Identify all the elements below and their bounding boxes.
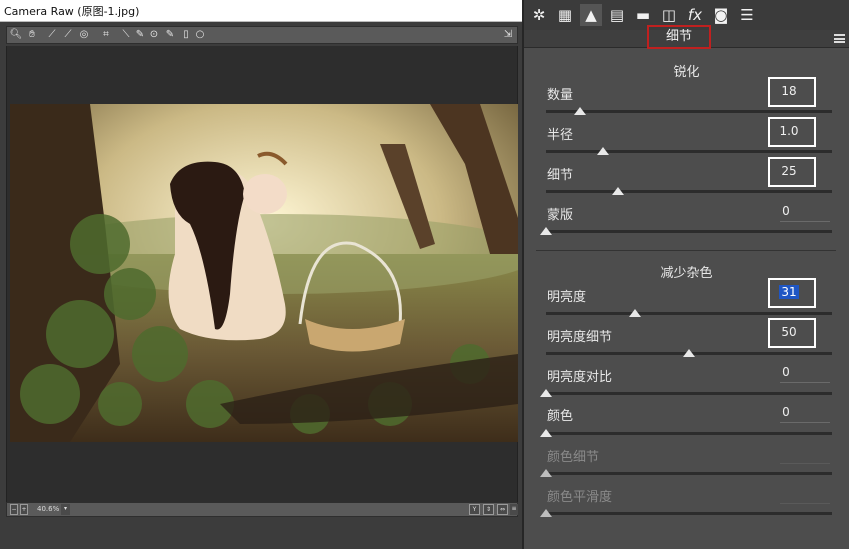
value-underline (780, 422, 830, 423)
color-smoothness-slider-track (546, 512, 832, 515)
zoom-level[interactable]: 40.6% (37, 505, 59, 513)
color-sampler-icon[interactable]: ⟋ (61, 28, 75, 42)
camera-calibration-icon[interactable]: ◙ (710, 4, 732, 26)
color-slider-thumb[interactable] (540, 429, 552, 437)
highlight-box (768, 117, 816, 147)
white-balance-icon[interactable]: ⟋ (45, 28, 59, 42)
adjustment-brush-icon[interactable]: ✎ (163, 28, 177, 42)
copy-settings-icon[interactable]: ⇔ (497, 504, 508, 515)
split-toning-icon[interactable]: ▬ (632, 4, 654, 26)
preview-image (10, 104, 518, 442)
value-underline (780, 463, 830, 464)
panel-title: 细节 (647, 25, 711, 49)
window-title: Camera Raw (原图-1.jpg) (4, 5, 140, 18)
radius-slider-track[interactable] (546, 150, 832, 153)
detail-icon[interactable]: ▲ (580, 4, 602, 26)
color-detail-slider-track (546, 472, 832, 475)
value-underline (780, 382, 830, 383)
luminance-contrast-slider-thumb[interactable] (540, 389, 552, 397)
panel-menu-icon[interactable] (834, 34, 845, 43)
presets-icon[interactable]: ☰ (736, 4, 758, 26)
fullscreen-icon[interactable]: ⇲ (501, 28, 515, 42)
masking-value[interactable]: 0 (761, 204, 811, 218)
luminance-detail-slider-thumb[interactable] (683, 349, 695, 357)
fx-icon[interactable]: fx (684, 4, 706, 26)
zoom-dropdown-icon[interactable]: ▾ (61, 504, 70, 515)
adjustment-panel: ✲ ▦ ▲ ▤ ▬ ◫ fx ◙ ☰ 细节 锐化 数量 18 半径 1.0 细节… (522, 0, 849, 549)
red-eye-icon[interactable]: ⊙ (147, 28, 161, 42)
zoom-icon[interactable]: 🔍︎ (9, 28, 23, 42)
graduated-filter-icon[interactable]: ▯ (179, 28, 193, 42)
luminance-slider-track[interactable] (546, 312, 832, 315)
masking-slider-thumb[interactable] (540, 227, 552, 235)
slider-label: 数量 (547, 88, 574, 103)
preview-settings-icon[interactable]: ≡ (510, 504, 518, 515)
lens-icon[interactable]: ◫ (658, 4, 680, 26)
value-underline (780, 503, 830, 504)
preview-photo (10, 104, 518, 442)
radial-filter-icon[interactable]: ○ (193, 28, 207, 42)
highlight-box (768, 77, 816, 107)
basic-icon[interactable]: ✲ (528, 4, 550, 26)
detail-slider-thumb[interactable] (611, 187, 624, 195)
slider-label: 颜色平滑度 (547, 490, 613, 505)
radius-slider-thumb[interactable] (597, 147, 610, 155)
highlight-box (768, 278, 816, 308)
luminance-slider-thumb[interactable] (628, 309, 641, 317)
color-slider-track[interactable] (546, 432, 832, 435)
color-value[interactable]: 0 (761, 405, 811, 419)
color-smoothness-slider-thumb (540, 509, 552, 517)
detail-slider-track[interactable] (546, 190, 832, 193)
status-bar: − + 40.6% ▾ Y ⇕ ⇔ ≡ (6, 502, 518, 517)
zoom-out-button[interactable]: − (10, 504, 18, 515)
luminance-contrast-slider-track[interactable] (546, 392, 832, 395)
spot-removal-icon[interactable]: ✎ (133, 28, 147, 42)
luminance-contrast-value[interactable]: 0 (761, 365, 811, 379)
slider-label: 蒙版 (547, 208, 574, 223)
zoom-in-button[interactable]: + (20, 504, 28, 515)
before-after-swap-icon[interactable]: ⇕ (483, 504, 494, 515)
slider-label: 明亮度 (547, 290, 587, 305)
masking-slider-track[interactable] (546, 230, 832, 233)
highlight-box (768, 318, 816, 348)
preview-area: Camera Raw (原图-1.jpg) 🔍︎ ✋︎ ⟋ ⟋ ◎ ⌗ ⟍ ✎ … (0, 0, 522, 549)
hand-icon[interactable]: ✋︎ (25, 28, 39, 42)
hsl-icon[interactable]: ▤ (606, 4, 628, 26)
highlight-box (768, 157, 816, 187)
slider-label: 颜色细节 (547, 450, 600, 465)
slider-label: 半径 (547, 128, 574, 143)
tone-curve-icon[interactable]: ▦ (554, 4, 576, 26)
tool-bar: 🔍︎ ✋︎ ⟋ ⟋ ◎ ⌗ ⟍ ✎ ⊙ ✎ ▯ ○ ⇲ (6, 26, 518, 44)
amount-slider-track[interactable] (546, 110, 832, 113)
preview-toggle-button[interactable]: Y (469, 504, 480, 515)
lower-area (0, 518, 522, 549)
title-bar: Camera Raw (原图-1.jpg) (0, 0, 522, 22)
target-adjust-icon[interactable]: ◎ (77, 28, 91, 42)
slider-label: 明亮度对比 (547, 370, 613, 385)
crop-icon[interactable]: ⌗ (99, 28, 113, 42)
amount-slider-thumb[interactable] (574, 107, 587, 115)
section-divider (536, 250, 836, 251)
camera-raw-window: Camera Raw (原图-1.jpg) 🔍︎ ✋︎ ⟋ ⟋ ◎ ⌗ ⟍ ✎ … (0, 0, 849, 549)
slider-label: 颜色 (547, 409, 574, 424)
value-underline (780, 221, 830, 222)
slider-label: 明亮度细节 (547, 330, 613, 345)
slider-label: 细节 (547, 168, 574, 183)
color-detail-slider-thumb (540, 469, 552, 477)
straighten-icon[interactable]: ⟍ (119, 28, 133, 42)
